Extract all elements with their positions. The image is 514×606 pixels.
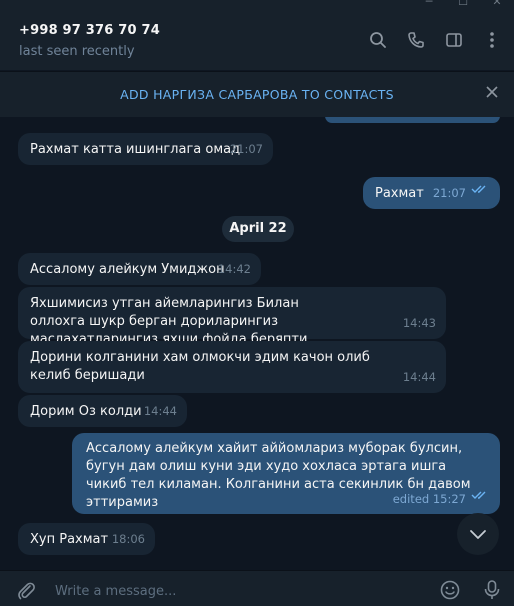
message-text: Дорим Оз колди xyxy=(30,404,142,419)
chat-header: ─ ☐ ✕ +998 97 376 70 74 last seen recent… xyxy=(0,0,514,70)
scroll-to-bottom-button[interactable] xyxy=(457,513,499,555)
maximize-icon[interactable]: ☐ xyxy=(446,0,480,8)
window-controls: ─ ☐ ✕ xyxy=(412,0,514,8)
close-icon[interactable] xyxy=(484,84,500,100)
message-bubble-partial xyxy=(325,117,500,123)
close-window-icon[interactable]: ✕ xyxy=(480,0,514,8)
message-time: 14:42 xyxy=(217,262,251,276)
message-bubble-outgoing[interactable]: Ассалому алейкум хайит аййомлариз мубора… xyxy=(72,433,500,514)
date-separator: April 22 xyxy=(222,216,294,242)
message-time: edited 15:27 xyxy=(392,492,466,506)
message-text: Рахмат катта ишинглага омад xyxy=(30,142,241,157)
message-input[interactable]: Write a message... xyxy=(55,584,176,599)
chat-title[interactable]: +998 97 376 70 74 xyxy=(19,23,160,38)
message-list[interactable]: Рахмат катта ишинглага омад 21:07 Рахмат… xyxy=(0,117,514,570)
search-icon[interactable] xyxy=(368,30,388,50)
message-text: Ассалому алейкум Умиджон xyxy=(30,262,225,277)
add-to-contacts-button[interactable]: ADD НАРГИЗА САРБАРОВА TO CONTACTS xyxy=(0,87,514,102)
chevron-down-icon xyxy=(469,525,487,544)
message-text: Рахмат xyxy=(375,186,424,201)
message-text: Яхшимисиз утган айемларингиз Билан оллох… xyxy=(30,296,308,347)
more-vertical-icon[interactable] xyxy=(482,30,502,50)
emoji-icon[interactable] xyxy=(440,580,460,604)
minimize-icon[interactable]: ─ xyxy=(412,0,446,8)
message-time: 14:44 xyxy=(143,404,177,418)
double-check-icon xyxy=(471,488,489,506)
message-time: 18:06 xyxy=(111,532,145,546)
message-bubble-incoming[interactable]: Рахмат катта ишинглага омад 21:07 xyxy=(18,133,273,165)
message-bubble-incoming[interactable]: Дорини колганини хам олмокчи эдим качон … xyxy=(18,341,446,393)
sidebar-toggle-icon[interactable] xyxy=(444,30,464,50)
message-bubble-incoming[interactable]: Ассалому алейкум Умиджон 14:42 xyxy=(18,253,261,285)
message-bubble-incoming[interactable]: Хуп Рахмат 18:06 xyxy=(18,523,155,555)
message-time: 21:07 xyxy=(229,142,263,156)
microphone-icon[interactable] xyxy=(482,579,502,605)
message-time: 14:44 xyxy=(402,370,436,384)
message-bubble-incoming[interactable]: Дорим Оз колди 14:44 xyxy=(18,395,187,427)
message-time: 21:07 xyxy=(432,186,466,200)
message-time: 14:43 xyxy=(402,316,436,330)
phone-icon[interactable] xyxy=(406,30,426,50)
add-contact-bar: ADD НАРГИЗА САРБАРОВА TO CONTACTS xyxy=(0,71,514,117)
attach-icon[interactable] xyxy=(16,580,36,604)
message-bubble-incoming[interactable]: Яхшимисиз утган айемларингиз Билан оллох… xyxy=(18,287,446,347)
double-check-icon xyxy=(471,182,489,200)
message-text: Дорини колганини хам олмокчи эдим качон … xyxy=(30,350,370,383)
message-composer: Write a message... xyxy=(0,570,514,606)
message-bubble-outgoing[interactable]: Рахмат 21:07 xyxy=(363,177,500,209)
message-text: Хуп Рахмат xyxy=(30,532,109,547)
chat-status: last seen recently xyxy=(19,44,135,59)
